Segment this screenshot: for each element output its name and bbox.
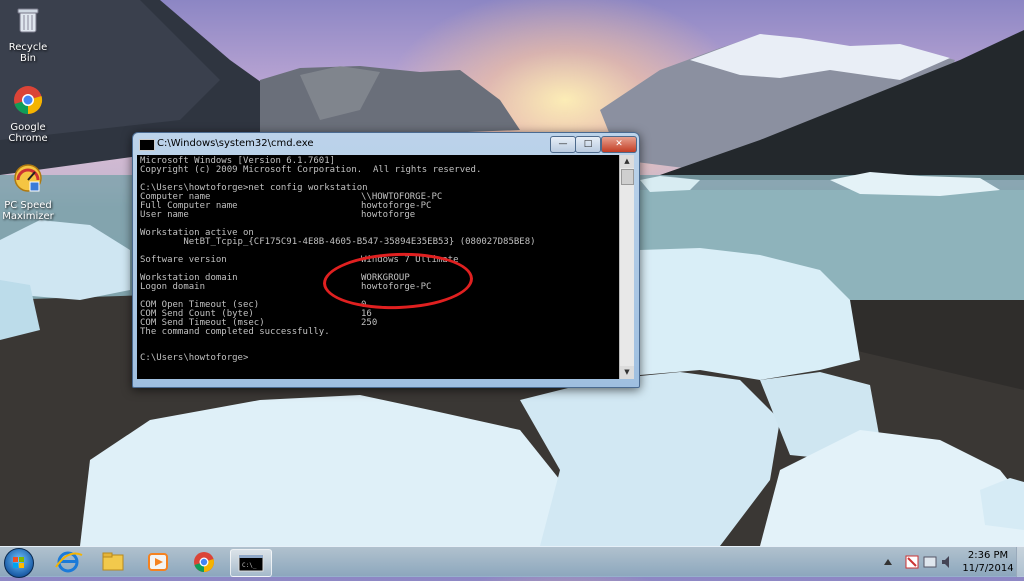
- show-hidden-icons-icon[interactable]: [884, 559, 892, 565]
- scroll-up-arrow-icon[interactable]: ▲: [620, 155, 634, 168]
- scroll-thumb[interactable]: [621, 169, 634, 185]
- cmd-icon: [139, 139, 155, 151]
- row-value: 250: [361, 318, 378, 328]
- clock-date: 11/7/2014: [962, 563, 1014, 574]
- minimize-button[interactable]: —: [550, 136, 576, 153]
- system-tray[interactable]: [878, 547, 958, 577]
- desktop-icon-recycle-bin[interactable]: Recycle Bin: [0, 4, 56, 64]
- row-key: Software version: [140, 255, 227, 265]
- row-key: Logon domain: [140, 282, 206, 292]
- show-desktop-button[interactable]: [1016, 547, 1024, 577]
- chrome-icon: [194, 552, 214, 572]
- desktop-icon-label: Google Chrome: [8, 122, 48, 144]
- cmd-icon: C:\_: [238, 554, 264, 572]
- console-line: NetBT_Tcpip_{CF175C91-4E8B-4605-B547-358…: [140, 237, 536, 247]
- taskbar-clock[interactable]: 2:36 PM 11/7/2014: [960, 549, 1016, 575]
- taskbar-media-player[interactable]: [138, 549, 178, 575]
- desktop-icon-pc-speed-maximizer[interactable]: PC Speed Maximizer: [0, 162, 56, 222]
- clock-time: 2:36 PM: [967, 550, 1009, 561]
- console-prompt: C:\Users\howtoforge>: [140, 353, 249, 363]
- chrome-icon: [14, 86, 43, 115]
- volume-icon[interactable]: [942, 556, 949, 568]
- windows-logo-icon: [13, 557, 24, 568]
- media-player-icon: [148, 553, 168, 571]
- internet-explorer-icon: [55, 551, 83, 573]
- taskbar-chrome[interactable]: [184, 549, 224, 575]
- desktop-icon-label: PC Speed Maximizer: [2, 200, 54, 222]
- desktop-icon-label: Recycle Bin: [8, 42, 48, 64]
- row-key: User name: [140, 210, 189, 220]
- svg-text:C:\_: C:\_: [242, 562, 257, 569]
- taskbar-explorer[interactable]: [93, 549, 133, 575]
- window-title: C:\Windows\system32\cmd.exe: [157, 138, 314, 149]
- folder-icon: [102, 552, 124, 571]
- vertical-scrollbar[interactable]: ▲ ▼: [619, 155, 634, 379]
- taskbar-internet-explorer[interactable]: [48, 549, 88, 575]
- taskbar: C:\_ 2:36 PM 11/7/2014: [0, 546, 1024, 578]
- desktop-icon-google-chrome[interactable]: Google Chrome: [0, 84, 56, 144]
- network-icon[interactable]: [923, 556, 937, 568]
- console-line: Copyright (c) 2009 Microsoft Corporation…: [140, 165, 482, 175]
- scroll-down-arrow-icon[interactable]: ▼: [620, 366, 634, 379]
- maximize-button[interactable]: □: [575, 136, 601, 153]
- recycle-bin-icon: [17, 8, 39, 33]
- close-button[interactable]: ✕: [601, 136, 637, 153]
- speedometer-icon: [14, 164, 42, 192]
- start-button[interactable]: [4, 548, 34, 578]
- window-titlebar[interactable]: C:\Windows\system32\cmd.exe — □ ✕: [133, 133, 639, 155]
- taskbar-cmd[interactable]: C:\_: [230, 549, 272, 577]
- console-line: The command completed successfully.: [140, 327, 330, 337]
- row-value: howtoforge: [361, 210, 416, 220]
